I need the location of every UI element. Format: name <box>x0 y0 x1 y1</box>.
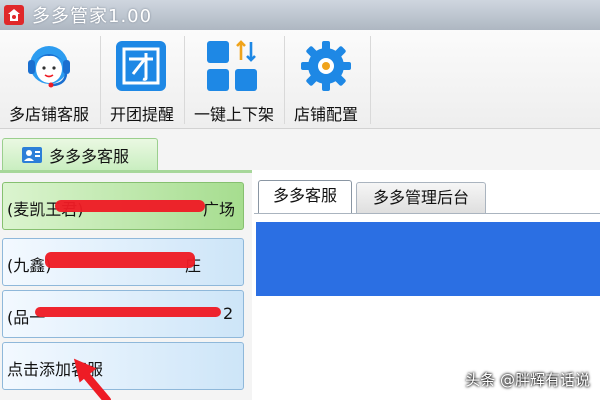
shop-config-label: 店铺配置 <box>293 105 358 124</box>
toolbar-divider <box>370 36 371 124</box>
contact-card-icon <box>22 146 42 163</box>
toolbar-divider <box>284 36 285 124</box>
tab-underline <box>0 170 252 173</box>
multi-shop-service-button[interactable]: 多店铺客服 <box>0 30 98 128</box>
embedded-webview[interactable] <box>256 222 600 296</box>
service-item-suffix: 广场 <box>203 200 236 219</box>
grid-updown-icon <box>207 40 257 91</box>
headset-avatar-icon <box>28 46 70 88</box>
tab-multi-service-label: 多多多客服 <box>49 146 130 166</box>
add-service-button[interactable]: 点击添加客服 <box>2 342 244 390</box>
tab-admin-backend[interactable]: 多多管理后台 <box>356 182 486 214</box>
one-click-listing-button[interactable]: 一键上下架 <box>186 30 282 128</box>
group-reminder-label: 开团提醒 <box>109 105 174 124</box>
tab-duoduo-service-label: 多多客服 <box>272 186 337 205</box>
group-tuan-icon <box>116 41 166 91</box>
window-title: 多多管家1.00 <box>32 6 153 27</box>
toolbar-divider <box>100 36 101 124</box>
watermark: 头条 @胖辉有话说 <box>465 371 590 389</box>
service-item[interactable]: (九鑫) 庄 <box>2 238 244 286</box>
service-item-suffix: 2 <box>223 304 234 323</box>
app-logo-icon <box>4 5 24 25</box>
toolbar-divider <box>184 36 185 124</box>
group-reminder-button[interactable]: 开团提醒 <box>102 30 182 128</box>
toolbar: 多店铺客服 开团提醒 一键上下架 店铺配置 <box>0 30 600 129</box>
title-bar: 多多管家1.00 <box>0 0 600 30</box>
app-window: 多多管家1.00 多店铺客服 开团提醒 一键上下架 店铺配置 多多多客服 (麦凯… <box>0 0 600 400</box>
one-click-listing-label: 一键上下架 <box>193 105 274 124</box>
service-item[interactable]: (品一 2 <box>2 290 244 338</box>
tab-duoduo-service[interactable]: 多多客服 <box>258 180 352 214</box>
redaction-mark <box>55 200 205 212</box>
tab-strip-line <box>254 213 600 214</box>
redaction-mark <box>45 252 195 268</box>
multi-shop-service-label: 多店铺客服 <box>8 105 89 124</box>
redaction-mark <box>35 307 221 317</box>
tab-multi-service[interactable]: 多多多客服 <box>2 138 158 170</box>
service-item[interactable]: (麦凯王君) 广场 <box>2 182 244 230</box>
shop-config-button[interactable]: 店铺配置 <box>286 30 366 128</box>
tab-admin-backend-label: 多多管理后台 <box>372 188 469 207</box>
gear-icon <box>301 41 351 91</box>
